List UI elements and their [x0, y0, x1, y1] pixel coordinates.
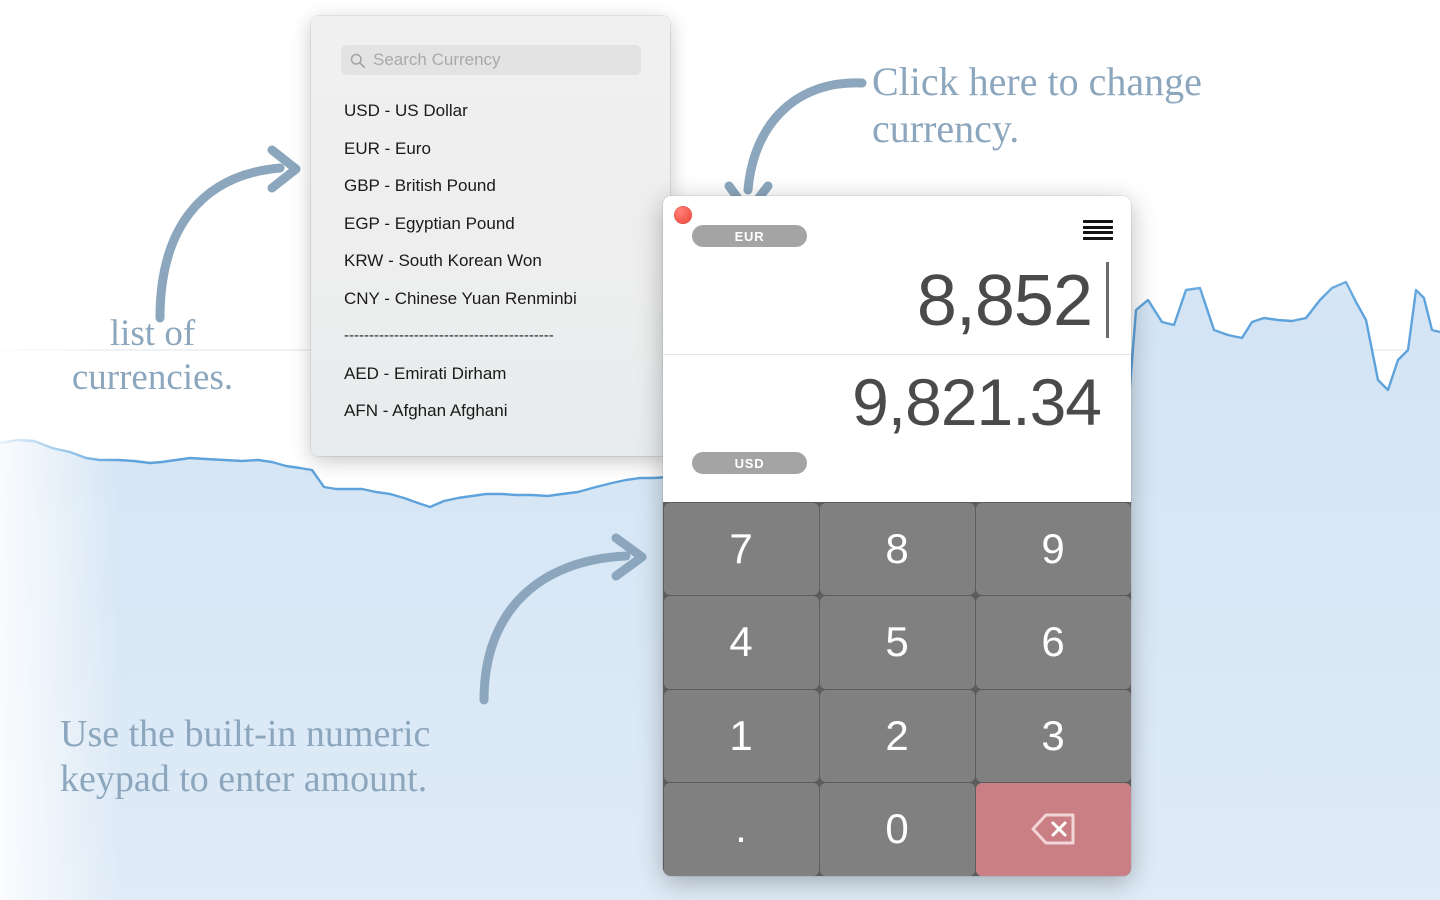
key-8[interactable]: 8: [819, 502, 975, 595]
currency-converter-window: EUR 8,852 9,821.34 USD 7 8 9 4 5 6 1 2 3…: [663, 196, 1131, 876]
annotation-keypad-hint: Use the built-in numeric keypad to enter…: [60, 713, 431, 800]
key-6[interactable]: 6: [975, 596, 1131, 689]
key-decimal[interactable]: .: [663, 783, 819, 876]
amount-divider: [663, 354, 1131, 355]
key-9[interactable]: 9: [975, 502, 1131, 595]
converted-amount-display: 9,821.34: [852, 365, 1102, 439]
currency-list: USD - US Dollar EUR - Euro GBP - British…: [311, 92, 670, 430]
screen: Click here to change currency. list of c…: [0, 0, 1440, 900]
source-amount-value: 8,852: [916, 261, 1093, 341]
currency-item-gbp[interactable]: GBP - British Pound: [311, 167, 670, 205]
close-button[interactable]: [674, 206, 692, 224]
annotation-change-currency: Click here to change currency.: [872, 59, 1202, 152]
currency-item-egp[interactable]: EGP - Egyptian Pound: [311, 205, 670, 243]
key-3[interactable]: 3: [975, 689, 1131, 782]
key-7[interactable]: 7: [663, 502, 819, 595]
annotation-list-of-currencies: list of currencies.: [71, 313, 234, 398]
search-field[interactable]: [341, 45, 641, 75]
key-1[interactable]: 1: [663, 689, 819, 782]
key-5[interactable]: 5: [819, 596, 975, 689]
source-amount-display[interactable]: 8,852: [689, 260, 1109, 342]
key-2[interactable]: 2: [819, 689, 975, 782]
source-currency-pill[interactable]: EUR: [692, 225, 807, 247]
search-icon: [350, 53, 366, 68]
currency-item-usd[interactable]: USD - US Dollar: [311, 92, 670, 130]
key-backspace[interactable]: [975, 783, 1131, 876]
backspace-icon: [1031, 813, 1075, 845]
currency-picker-popover: USD - US Dollar EUR - Euro GBP - British…: [311, 16, 670, 456]
currency-item-cny[interactable]: CNY - Chinese Yuan Renminbi: [311, 280, 670, 318]
key-4[interactable]: 4: [663, 596, 819, 689]
currency-list-separator: ----------------------------------------…: [344, 327, 554, 344]
currency-item-afn[interactable]: AFN - Afghan Afghani: [311, 392, 670, 430]
currency-item-krw[interactable]: KRW - South Korean Won: [311, 242, 670, 280]
target-currency-pill[interactable]: USD: [692, 452, 807, 474]
currency-item-eur[interactable]: EUR - Euro: [311, 130, 670, 168]
numeric-keypad: 7 8 9 4 5 6 1 2 3 . 0: [663, 502, 1131, 876]
text-caret: [1106, 262, 1109, 338]
search-input[interactable]: [373, 50, 633, 70]
key-0[interactable]: 0: [819, 783, 975, 876]
hamburger-menu-icon[interactable]: [1083, 218, 1113, 242]
currency-item-aed[interactable]: AED - Emirati Dirham: [311, 355, 670, 393]
